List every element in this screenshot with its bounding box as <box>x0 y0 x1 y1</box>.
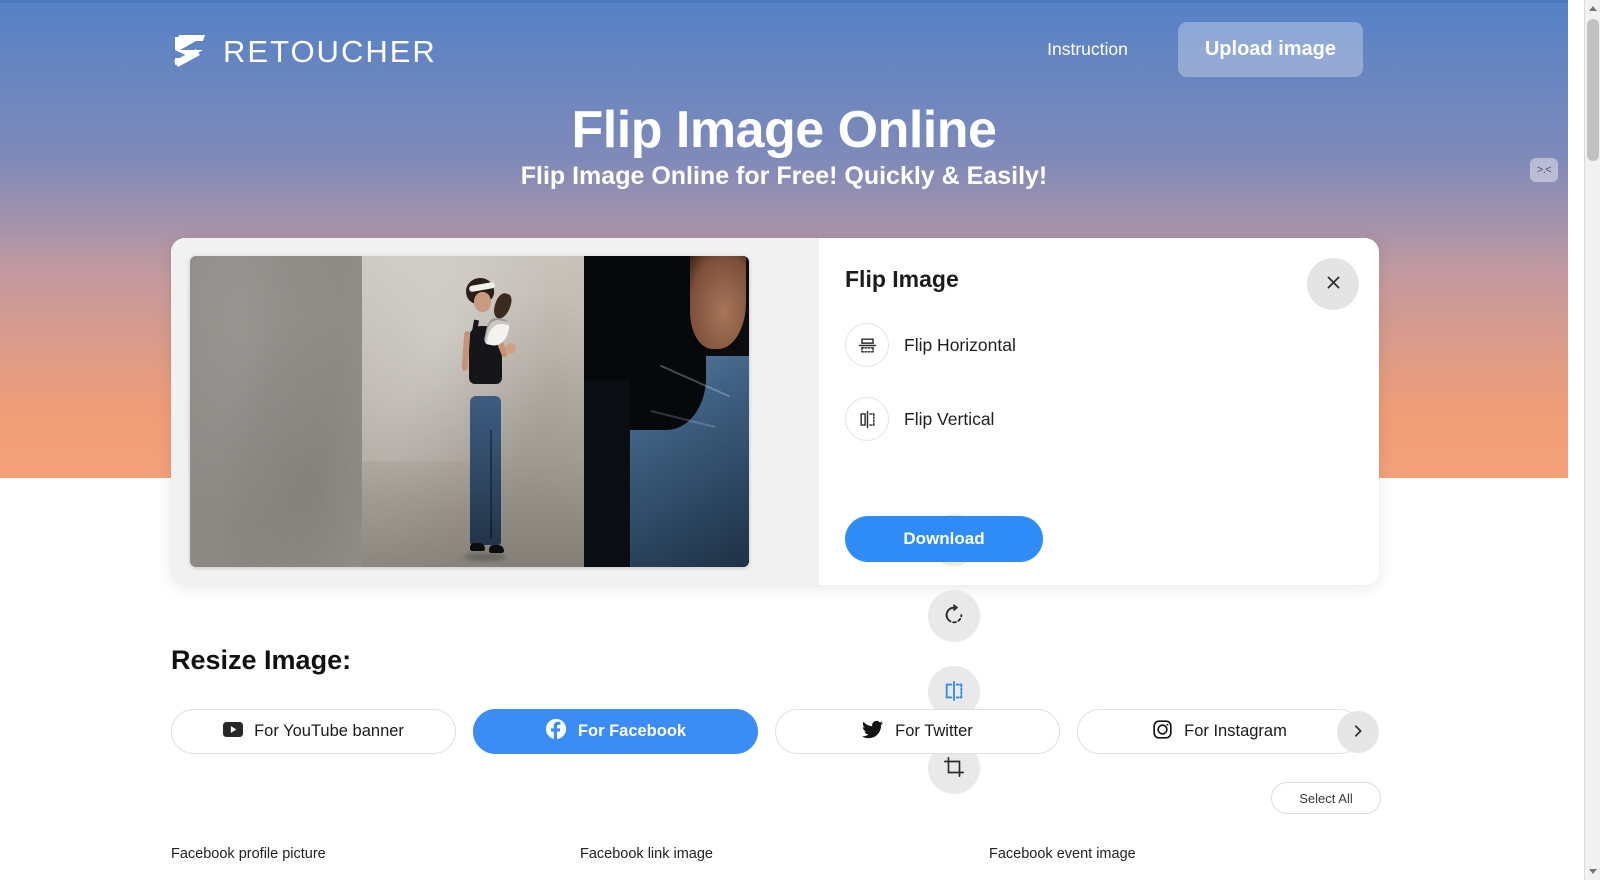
close-icon <box>1325 274 1342 294</box>
download-button[interactable]: Download <box>845 516 1043 562</box>
photo-shoe-left <box>469 543 485 552</box>
retoucher-logo-icon <box>170 31 210 73</box>
flip-panel: Flip Image Flip Horizontal Flip Vertical… <box>819 238 1379 585</box>
resize-heading: Resize Image: <box>171 645 352 675</box>
chevron-right-icon <box>1351 724 1365 741</box>
closeup-skin <box>689 256 746 350</box>
size-card-label: Facebook link image <box>580 846 713 862</box>
upload-image-button[interactable]: Upload image <box>1177 22 1363 77</box>
preview-pane-left <box>190 256 362 567</box>
preset-twitter[interactable]: For Twitter <box>775 709 1060 754</box>
brand-name: RETOUCHER <box>223 34 437 69</box>
photo-shadow <box>464 552 507 561</box>
rotate-clockwise-icon <box>943 603 965 629</box>
site-header: RETOUCHER Instruction Upload image <box>0 0 1568 104</box>
photo-jeans <box>469 395 501 546</box>
floating-feedback-widget[interactable]: >.< <box>1530 158 1558 182</box>
header-nav: Instruction Upload image <box>1033 22 1363 77</box>
scrollbar-up-arrow[interactable] <box>1585 0 1600 17</box>
preset-instagram[interactable]: For Instagram <box>1077 709 1362 754</box>
preview-pane-photo <box>362 256 584 567</box>
resize-preset-row: For YouTube banner For Facebook For Twit… <box>171 709 1362 754</box>
photo-shoe-right <box>488 545 504 554</box>
page-viewport: RETOUCHER Instruction Upload image Flip … <box>0 0 1568 880</box>
flip-vertical-label: Flip Vertical <box>904 408 995 429</box>
resize-presets-next-button[interactable] <box>1337 711 1379 753</box>
flip-horizontal-icon <box>845 323 889 367</box>
image-preview-area <box>171 238 819 585</box>
preset-twitter-label: For Twitter <box>895 722 973 740</box>
photo-face <box>474 291 492 312</box>
instagram-icon <box>1152 719 1173 745</box>
flip-vertical-option[interactable]: Flip Vertical <box>845 397 1379 441</box>
preview-pane-right <box>584 256 749 567</box>
select-all-button[interactable]: Select All <box>1271 782 1381 814</box>
photo-leg-split <box>489 430 492 539</box>
preset-facebook[interactable]: For Facebook <box>473 709 758 754</box>
brand-logo[interactable]: RETOUCHER <box>170 31 437 73</box>
twitter-icon <box>862 720 884 744</box>
facebook-icon <box>545 718 567 745</box>
page-root: RETOUCHER Instruction Upload image Flip … <box>0 0 1600 880</box>
flip-icon <box>943 680 965 705</box>
scrollbar-thumb[interactable] <box>1587 19 1599 161</box>
editor-card: Flip Image Flip Horizontal Flip Vertical… <box>171 238 1379 794</box>
closeup-shadow <box>584 380 631 567</box>
youtube-icon <box>223 721 244 742</box>
flip-vertical-icon <box>845 397 889 441</box>
size-card-label: Facebook event image <box>989 846 1136 862</box>
image-preview[interactable] <box>190 256 749 567</box>
preset-facebook-label: For Facebook <box>577 722 687 740</box>
page-subtitle: Flip Image Online for Free! Quickly & Ea… <box>520 162 1048 190</box>
preset-youtube-label: For YouTube banner <box>254 722 404 740</box>
crop-icon <box>943 756 965 781</box>
browser-scrollbar[interactable] <box>1584 0 1600 880</box>
rotate-tool-button[interactable] <box>928 590 980 642</box>
size-card-label: Facebook profile picture <box>171 846 326 862</box>
close-panel-button[interactable] <box>1307 258 1359 310</box>
flip-horizontal-label: Flip Horizontal <box>904 334 1016 355</box>
flip-panel-title: Flip Image <box>845 266 959 292</box>
nav-instruction-link[interactable]: Instruction <box>1033 29 1142 70</box>
flip-horizontal-option[interactable]: Flip Horizontal <box>845 323 1379 367</box>
scrollbar-down-arrow[interactable] <box>1585 863 1600 880</box>
page-title: Flip Image Online <box>571 101 997 159</box>
preset-instagram-label: For Instagram <box>1184 722 1287 740</box>
preset-youtube-banner[interactable]: For YouTube banner <box>171 709 456 754</box>
